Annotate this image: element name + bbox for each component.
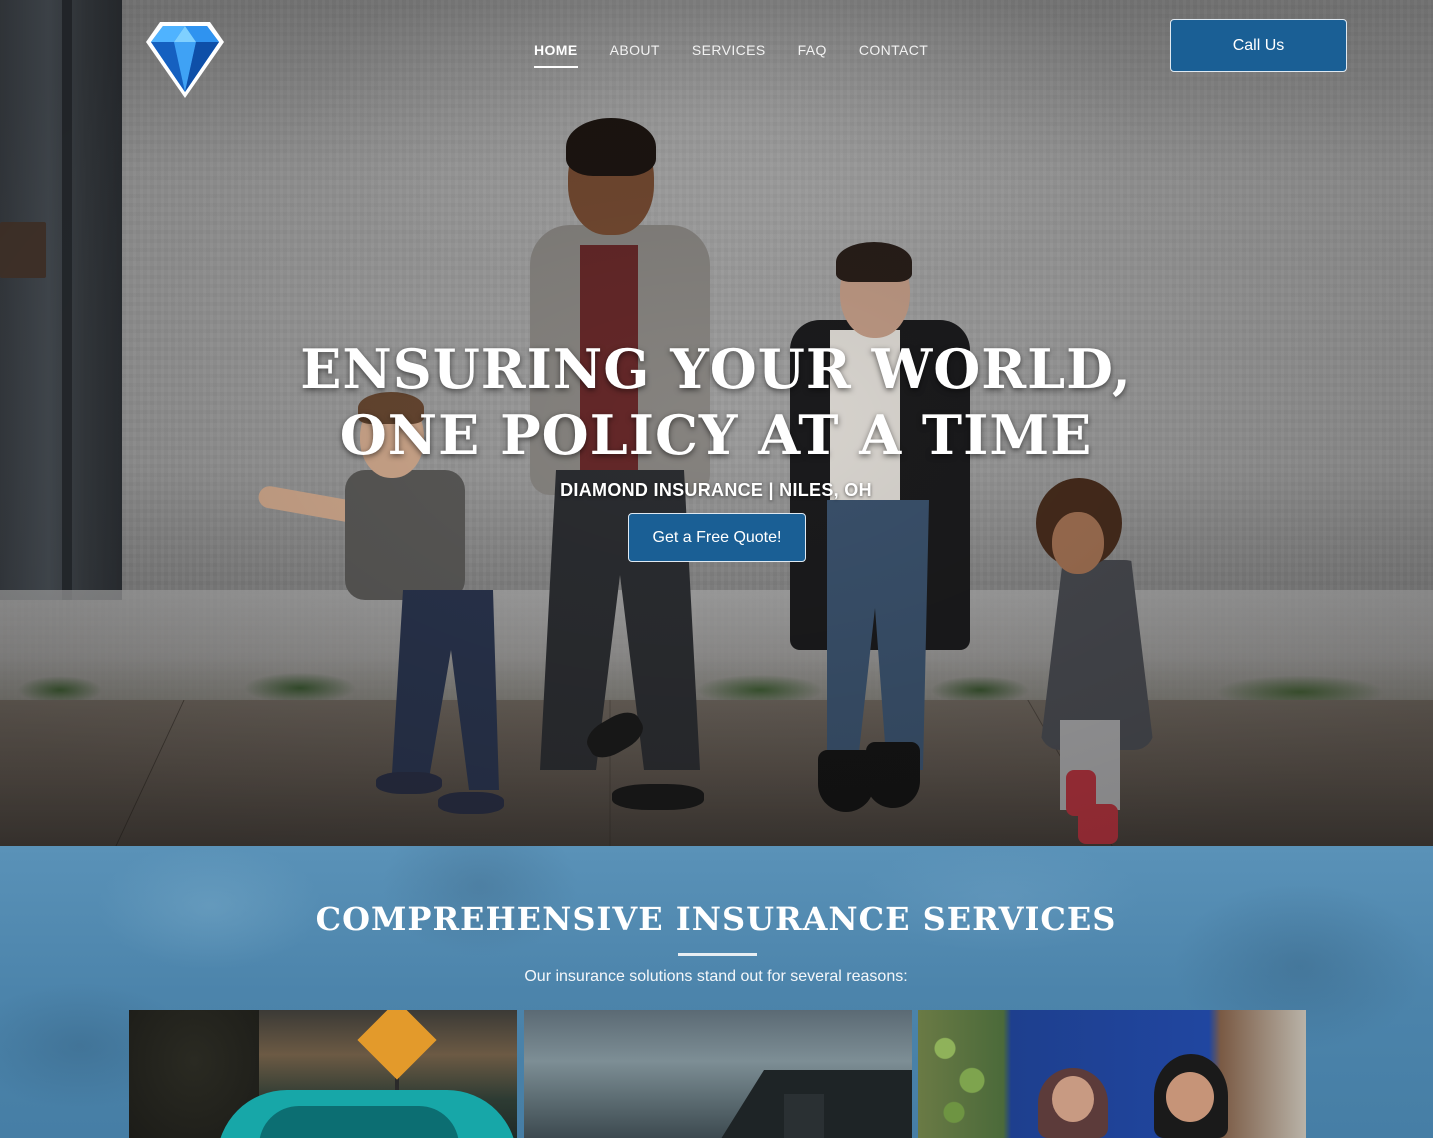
service-card-home-image[interactable] [524,1010,912,1138]
hero-headline: ENSURING YOUR WORLD, ONE POLICY AT A TIM… [216,336,1216,468]
house-chimney [784,1094,824,1138]
services-subtitle: Our insurance solutions stand out for se… [524,968,908,985]
services-section: COMPREHENSIVE INSURANCE SERVICES Our ins… [0,846,1433,1138]
nav-item-faq[interactable]: FAQ [798,42,827,68]
hero-section: HOME ABOUT SERVICES FAQ CONTACT Call Us … [0,0,1433,846]
elderly-man-face [1166,1072,1214,1122]
nav-item-services[interactable]: SERVICES [692,42,766,68]
road-sign [357,1010,437,1080]
nav-item-about[interactable]: ABOUT [610,42,660,68]
get-free-quote-button[interactable]: Get a Free Quote! [628,513,806,562]
elderly-woman-face [1052,1076,1094,1122]
plant-leaves [918,1010,1008,1138]
main-nav: HOME ABOUT SERVICES FAQ CONTACT [534,42,928,68]
diamond-logo-icon[interactable] [144,20,226,100]
service-card-life-image[interactable] [918,1010,1306,1138]
nav-item-home[interactable]: HOME [534,42,578,68]
services-divider [678,953,757,956]
car-window [259,1106,459,1138]
hero-subheadline: DIAMOND INSURANCE | NILES, OH [560,480,872,500]
service-card-auto-image[interactable] [129,1010,517,1138]
hero-headline-line-1: ENSURING YOUR WORLD, [300,337,1132,401]
services-title: COMPREHENSIVE INSURANCE SERVICES [315,900,1117,938]
nav-item-contact[interactable]: CONTACT [859,42,928,68]
call-us-button[interactable]: Call Us [1170,19,1347,72]
hero-headline-line-2: ONE POLICY AT A TIME [339,403,1093,467]
